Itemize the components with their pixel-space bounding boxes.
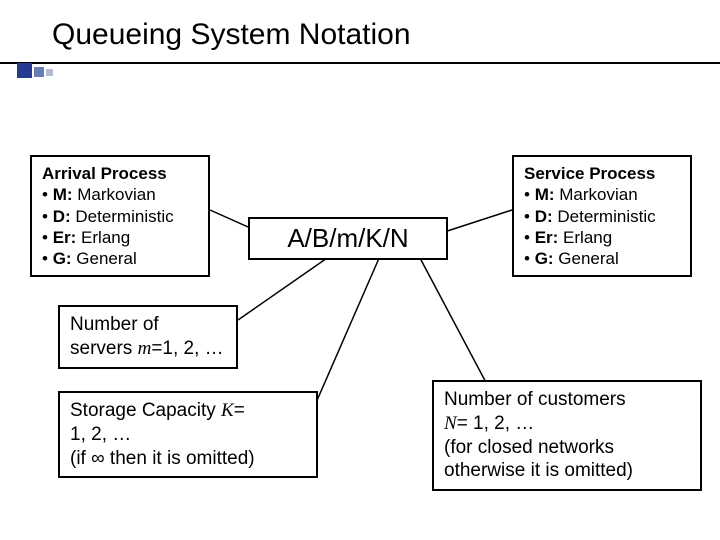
arrival-item: M: Markovian — [42, 184, 198, 205]
number-of-servers-box: Number of servers m=1, 2, … — [58, 305, 238, 369]
text: Number of customers — [444, 389, 626, 410]
text: Number of — [70, 314, 159, 335]
service-item: Er: Erlang — [524, 227, 680, 248]
kendall-notation-box: A/B/m/K/N — [248, 217, 448, 260]
arrival-item: Er: Erlang — [42, 227, 198, 248]
text: = — [234, 400, 245, 421]
arrival-item: D: Deterministic — [42, 206, 198, 227]
var-m: m — [138, 338, 152, 359]
service-item: D: Deterministic — [524, 206, 680, 227]
arrival-heading: Arrival Process — [42, 164, 167, 183]
service-item: M: Markovian — [524, 184, 680, 205]
kendall-notation: A/B/m/K/N — [287, 223, 408, 253]
text: servers — [70, 338, 138, 359]
number-of-customers-box: Number of customers N= 1, 2, … (for clos… — [432, 380, 702, 491]
storage-capacity-box: Storage Capacity K= 1, 2, … (if ∞ then i… — [58, 391, 318, 478]
service-heading: Service Process — [524, 164, 655, 183]
slide-title: Queueing System Notation — [52, 18, 720, 52]
text: 1, 2, … — [70, 424, 131, 445]
text: (for closed networks — [444, 437, 614, 458]
text: Storage Capacity — [70, 400, 221, 421]
text: (if ∞ then it is omitted) — [70, 448, 255, 469]
title-bar: Queueing System Notation — [0, 0, 720, 64]
arrival-item: G: General — [42, 248, 198, 269]
text: = 1, 2, … — [457, 413, 535, 434]
text: =1, 2, … — [151, 338, 223, 359]
var-k: K — [221, 400, 234, 421]
service-process-box: Service Process M: Markovian D: Determin… — [512, 155, 692, 277]
service-item: G: General — [524, 248, 680, 269]
text: otherwise it is omitted) — [444, 460, 633, 481]
arrival-process-box: Arrival Process M: Markovian D: Determin… — [30, 155, 210, 277]
var-n: N — [444, 413, 457, 434]
